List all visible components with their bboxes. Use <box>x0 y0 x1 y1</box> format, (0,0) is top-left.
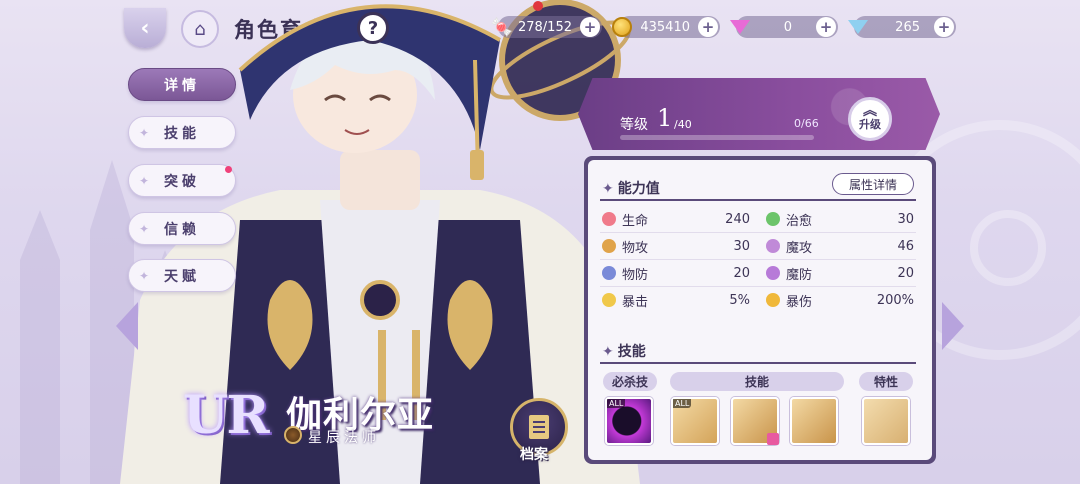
stat-magic-defense: 魔防 20 <box>766 263 914 283</box>
gold-value: 435410 <box>640 19 690 35</box>
divider <box>600 362 916 364</box>
upgrade-label: 升级 <box>859 118 881 131</box>
character-class: 星辰法师 <box>308 430 380 446</box>
candy-icon: 🍬 <box>490 16 514 38</box>
add-blue-gem-button[interactable]: + <box>934 17 954 37</box>
trait-header: 特性 <box>859 372 913 391</box>
shield-icon <box>602 266 616 280</box>
ultimate-skill-icon[interactable]: ALL <box>605 397 653 445</box>
stat-heal: 治愈 30 <box>766 209 914 229</box>
stat-hp: 生命 240 <box>602 209 750 229</box>
stamina-value: 278/152 <box>517 19 572 35</box>
ultimate-header: 必杀技 <box>603 372 657 391</box>
divider <box>600 232 916 233</box>
star-burst-icon <box>602 293 616 307</box>
trait-icon[interactable] <box>862 397 910 445</box>
tab-breakthrough-label: 突破 <box>164 173 200 190</box>
skill-1-icon[interactable]: ALL <box>671 397 719 445</box>
sparkle-icon: ✦ <box>602 344 614 360</box>
resource-stamina: 🍬 278/152 + <box>491 16 602 38</box>
stat-crit-damage: 暴伤 200% <box>766 290 914 310</box>
help-button[interactable]: ? <box>357 12 389 44</box>
pink-diamond-icon <box>726 13 754 41</box>
stats-title: ✦ 能力值 <box>602 181 660 197</box>
stat-crit-rate: 暴击 5% <box>602 290 750 310</box>
wand-icon <box>766 239 780 253</box>
all-badge: ALL <box>607 399 626 408</box>
tab-trust-label: 信赖 <box>164 221 200 238</box>
tab-talent[interactable]: ✦ 天赋 <box>128 259 236 292</box>
attribute-details-button[interactable]: 属性详情 <box>832 173 914 195</box>
blue-diamond-icon <box>844 13 872 41</box>
notification-dot <box>225 166 232 173</box>
divider <box>600 259 916 260</box>
level-current: 1 <box>657 104 673 132</box>
sword-icon <box>602 239 616 253</box>
magic-shield-icon <box>766 266 780 280</box>
upgrade-button[interactable]: ︽ 升级 <box>848 97 892 141</box>
divider <box>600 286 916 287</box>
tab-details-label: 详情 <box>164 77 200 94</box>
stat-physical-defense: 物防 20 <box>602 263 750 283</box>
divider <box>600 199 916 201</box>
document-icon <box>529 415 549 439</box>
add-pink-gem-button[interactable]: + <box>816 17 836 37</box>
skill-2-icon[interactable] <box>731 397 779 445</box>
level-max: /40 <box>674 118 692 131</box>
tab-details[interactable]: 详情 <box>128 68 236 101</box>
resource-blue-gem: 265 + <box>848 16 956 38</box>
chevron-up-icon: ︽ <box>863 103 877 119</box>
sparkle-icon: ✦ <box>139 125 150 140</box>
key-icon <box>767 433 779 445</box>
rarity-label: UR <box>183 385 270 446</box>
heal-icon <box>766 212 780 226</box>
sparkle-icon: ✦ <box>139 173 150 188</box>
skills-title: ✦ 技能 <box>602 344 646 360</box>
class-icon <box>284 426 302 444</box>
tab-skills-label: 技能 <box>164 125 200 142</box>
level-label: 等级 <box>620 117 648 133</box>
coin-icon <box>608 13 636 41</box>
add-stamina-button[interactable]: + <box>580 17 600 37</box>
next-character-arrow[interactable] <box>942 302 964 350</box>
tab-talent-label: 天赋 <box>164 268 200 285</box>
skill-3-icon[interactable] <box>790 397 838 445</box>
sun-icon <box>766 293 780 307</box>
pink-gem-value: 0 <box>783 19 792 35</box>
tab-skills[interactable]: ✦ 技能 <box>128 116 236 149</box>
exp-progress-bar <box>620 135 814 140</box>
sparkle-icon: ✦ <box>139 268 150 283</box>
tab-breakthrough[interactable]: ✦ 突破 <box>128 164 236 197</box>
stat-magic-attack: 魔攻 46 <box>766 236 914 256</box>
all-badge: ALL <box>673 399 692 408</box>
skill-header: 技能 <box>670 372 844 391</box>
resource-gold: 435410 + <box>612 16 720 38</box>
stat-physical-attack: 物攻 30 <box>602 236 750 256</box>
blue-gem-value: 265 <box>895 19 920 35</box>
sparkle-icon: ✦ <box>602 181 614 197</box>
sparkle-icon: ✦ <box>139 221 150 236</box>
tab-trust[interactable]: ✦ 信赖 <box>128 212 236 245</box>
archive-label: 档案 <box>520 447 548 463</box>
heart-icon <box>602 212 616 226</box>
level-exp: 0/66 <box>794 117 819 130</box>
resource-pink-gem: 0 + <box>730 16 838 38</box>
previous-character-arrow[interactable] <box>116 302 138 350</box>
add-gold-button[interactable]: + <box>698 17 718 37</box>
